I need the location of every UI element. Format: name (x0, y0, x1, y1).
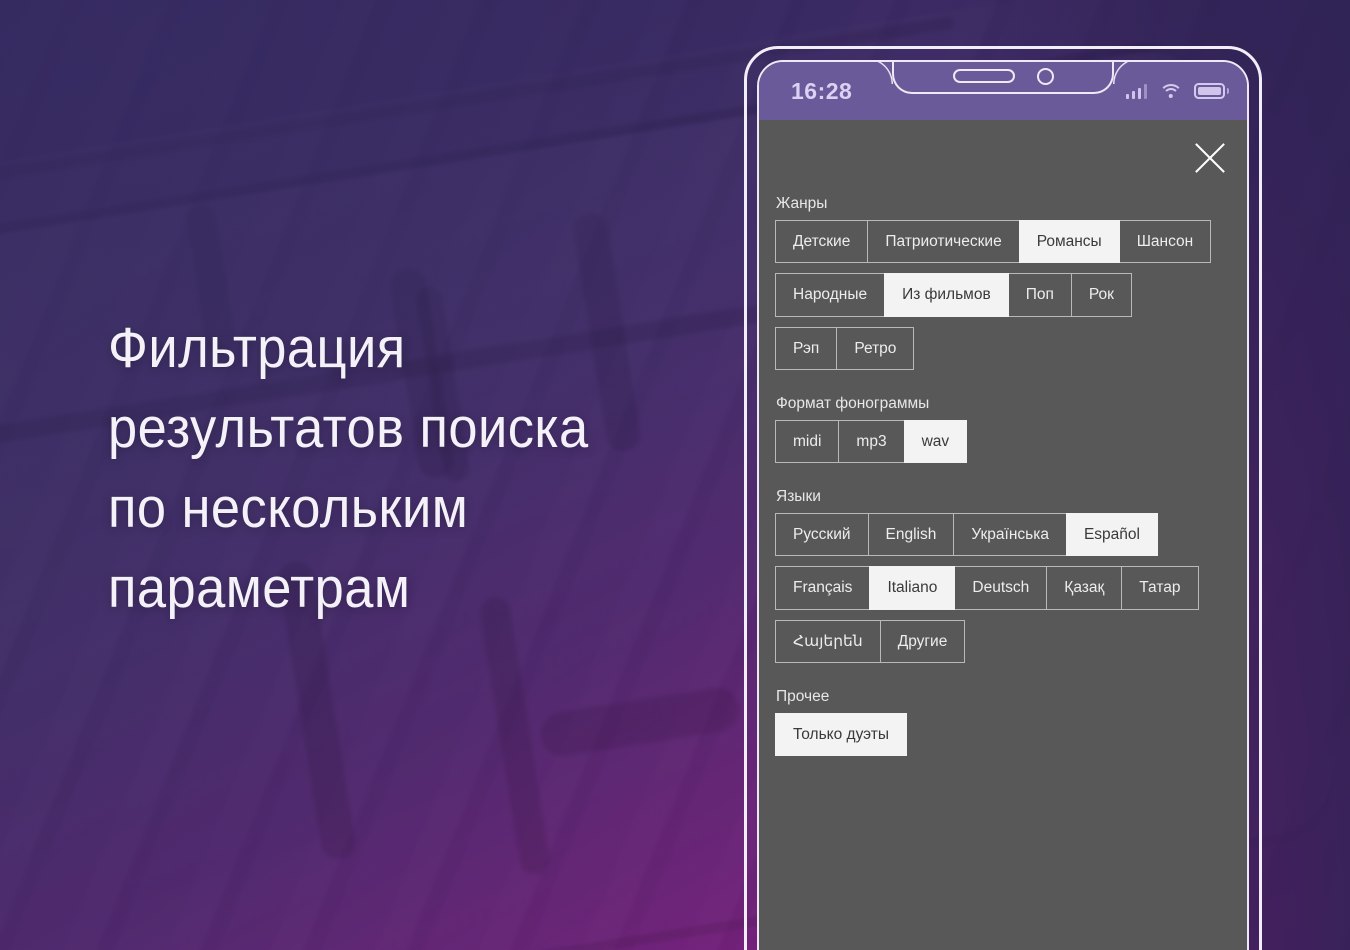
filter-chip[interactable]: mp3 (838, 419, 905, 463)
filter-sheet: Жанры Детские Патриотические Романсы Шансон Н… (759, 120, 1247, 950)
filter-chip[interactable]: Ретро (836, 326, 915, 370)
filter-chip-selected[interactable]: Только дуэты (775, 712, 907, 756)
filter-chip-selected[interactable]: Романсы (1018, 219, 1120, 263)
filter-chip[interactable]: midi (775, 419, 840, 463)
filter-chip[interactable]: Шансон (1118, 219, 1212, 263)
status-bar: 16:28 (759, 62, 1247, 120)
sheet-bottom-space (775, 766, 1231, 906)
filter-chip[interactable]: Другие (879, 619, 966, 663)
status-bar-indicators (1125, 83, 1229, 99)
filter-chip-selected[interactable]: Из фильмов (884, 273, 1009, 317)
screenshot-root: Фильтрация результатов поиска по несколь… (0, 0, 1350, 950)
filter-chip-row: Рэп Ретро (775, 326, 1231, 370)
filter-group-title: Прочее (776, 688, 830, 705)
filter-chip-row: Русский English Українська Español (775, 512, 1231, 556)
page-title: Фильтрация результатов поиска по несколь… (108, 316, 589, 620)
filter-chip-row: Français Italiano Deutsch Қазақ Татар (775, 566, 1231, 610)
phone-screen: 16:28 Жанры Детские Патриотические Романсы Ш… (757, 60, 1249, 950)
filter-chip[interactable]: English (867, 512, 955, 556)
status-bar-clock: 16:28 (791, 77, 853, 104)
filter-group-title: Формат фонограммы (776, 395, 930, 412)
filter-groups: Жанры Детские Патриотические Романсы Шансон Н… (775, 196, 1231, 756)
filter-chip-row: Հայերեն Другие (775, 619, 1231, 663)
battery-icon (1194, 83, 1229, 99)
filter-chip[interactable]: Рэп (775, 326, 838, 370)
filter-chip-row: Только дуэты (775, 712, 1231, 756)
filter-chip-selected[interactable]: Español (1065, 512, 1158, 556)
filter-chip[interactable]: Հայերեն (775, 619, 881, 663)
filter-chip[interactable]: Українська (953, 512, 1067, 556)
filter-chip[interactable]: Қазақ (1046, 566, 1123, 610)
wifi-icon (1158, 83, 1183, 99)
filter-chip[interactable]: Поп (1007, 273, 1072, 317)
signal-bars-icon (1125, 83, 1147, 99)
filter-chip[interactable]: Français (775, 566, 871, 610)
filter-chip-row: Детские Патриотические Романсы Шансон (775, 219, 1231, 263)
filter-chip[interactable]: Рок (1070, 273, 1132, 317)
filter-chip[interactable]: Народные (775, 273, 886, 317)
phone-notch (892, 62, 1114, 94)
camera-icon (1036, 67, 1054, 85)
filter-chip[interactable]: Татар (1121, 566, 1199, 610)
speaker-icon (952, 69, 1015, 83)
filter-chip[interactable]: Патриотические (867, 219, 1020, 263)
filter-chip[interactable]: Deutsch (954, 566, 1048, 610)
filter-group: Языки Русский English Українська Español Fran… (775, 489, 1231, 663)
filter-group: Формат фонограммы midi mp3 wav (775, 396, 1231, 463)
filter-chip-selected[interactable]: wav (903, 419, 968, 463)
filter-group: Жанры Детские Патриотические Романсы Шансон Н… (775, 196, 1231, 370)
filter-group-title: Жанры (776, 195, 828, 212)
filter-group-title: Языки (776, 488, 821, 505)
filter-chip-row: Народные Из фильмов Поп Рок (775, 273, 1231, 317)
filter-group: Прочее Только дуэты (775, 689, 1231, 756)
filter-chip-row: midi mp3 wav (775, 419, 1231, 463)
filter-chip[interactable]: Детские (775, 219, 869, 263)
sheet-header (775, 120, 1231, 196)
filter-chip-selected[interactable]: Italiano (869, 566, 956, 610)
filter-chip[interactable]: Русский (775, 512, 869, 556)
close-icon[interactable] (1193, 141, 1227, 175)
